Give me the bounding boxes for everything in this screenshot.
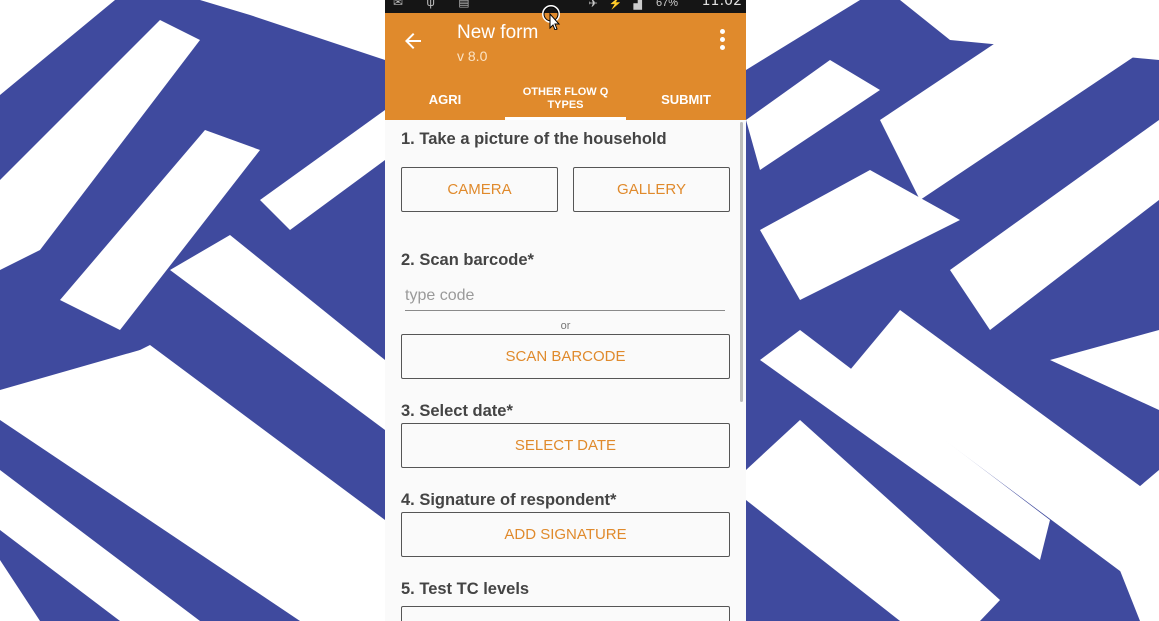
arrow-left-icon[interactable] bbox=[401, 29, 425, 53]
status-bar: ✉ ψ ▤ ✈ ⚡ ▟ 67% 11:02 bbox=[385, 0, 746, 13]
barcode-input[interactable] bbox=[405, 282, 725, 311]
question-1-label: 1. Take a picture of the household bbox=[401, 130, 667, 148]
question-2-label: 2. Scan barcode* bbox=[401, 251, 534, 269]
phone-screen: ✉ ψ ▤ ✈ ⚡ ▟ 67% 11:02 New form v 8.0 AGR… bbox=[385, 0, 746, 621]
question-3-label: 3. Select date* bbox=[401, 402, 513, 420]
signal-icon: ✈ ⚡ ▟ bbox=[588, 0, 646, 10]
gallery-button[interactable]: GALLERY bbox=[573, 167, 730, 212]
select-date-button[interactable]: SELECT DATE bbox=[401, 423, 730, 468]
form-title: New form bbox=[457, 22, 539, 43]
app-toolbar: New form v 8.0 AGRI OTHER FLOW Q TYPES S… bbox=[385, 13, 746, 120]
notification-icons: ✉ ψ ▤ bbox=[393, 0, 480, 9]
tab-submit[interactable]: SUBMIT bbox=[626, 78, 746, 120]
camera-button[interactable]: CAMERA bbox=[401, 167, 558, 212]
overflow-menu-icon[interactable] bbox=[718, 29, 726, 55]
tab-bar: AGRI OTHER FLOW Q TYPES SUBMIT bbox=[385, 78, 746, 120]
add-signature-button[interactable]: ADD SIGNATURE bbox=[401, 512, 730, 557]
tab-agri[interactable]: AGRI bbox=[385, 78, 505, 120]
question-5-label: 5. Test TC levels bbox=[401, 580, 530, 598]
form-version: v 8.0 bbox=[457, 48, 488, 64]
battery-percent: 67% bbox=[655, 0, 678, 9]
or-separator: or bbox=[560, 320, 571, 332]
mouse-cursor-icon bbox=[542, 5, 561, 30]
tab-other-flow-q-types[interactable]: OTHER FLOW Q TYPES bbox=[505, 78, 626, 120]
question-4-label: 4. Signature of respondent* bbox=[401, 491, 617, 509]
question-5-input[interactable] bbox=[401, 606, 730, 621]
scan-barcode-button[interactable]: SCAN BARCODE bbox=[401, 334, 730, 379]
scrollbar[interactable] bbox=[740, 122, 743, 402]
form-content: 1. Take a picture of the household CAMER… bbox=[385, 120, 746, 621]
clock: 11:02 bbox=[701, 0, 742, 9]
